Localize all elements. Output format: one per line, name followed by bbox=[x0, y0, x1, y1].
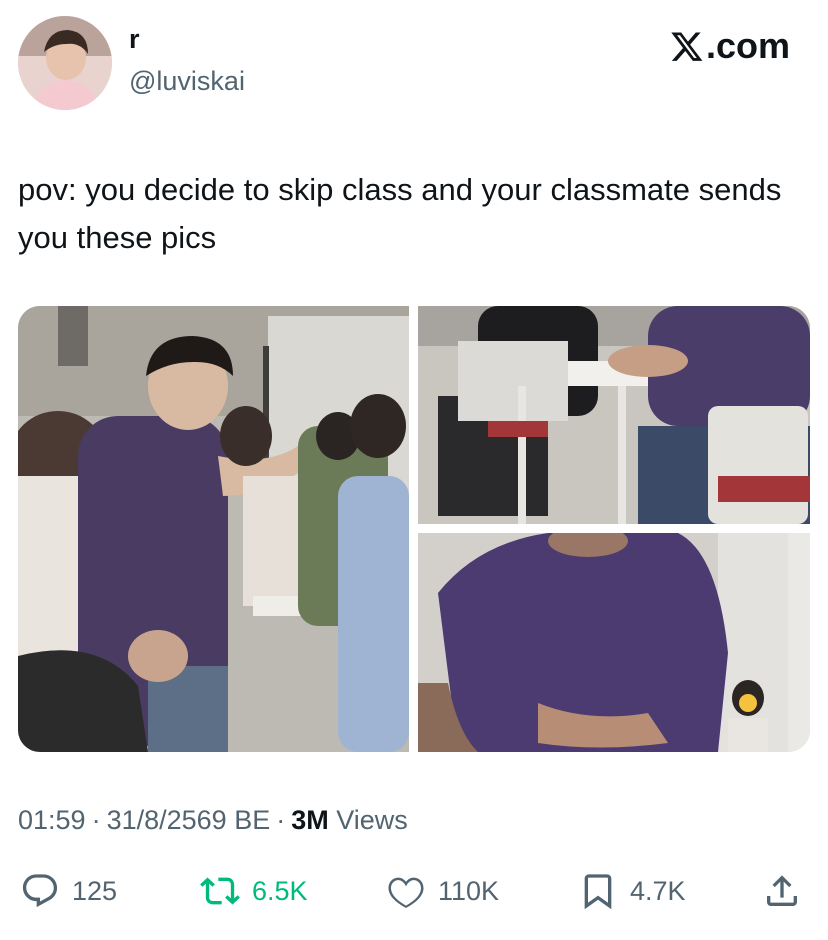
bookmark-button[interactable]: 4.7K bbox=[578, 866, 686, 916]
photo-seated-student[interactable] bbox=[418, 306, 810, 524]
x-brand-watermark: .com bbox=[670, 28, 790, 64]
views-label: Views bbox=[336, 805, 408, 835]
tweet-meta: 01:59 · 31/8/2569 BE · 3M Views bbox=[18, 804, 408, 836]
heart-icon bbox=[386, 871, 426, 911]
like-count: 110K bbox=[438, 875, 500, 906]
share-icon bbox=[762, 871, 802, 911]
avatar[interactable] bbox=[18, 16, 112, 110]
reply-icon bbox=[20, 871, 60, 911]
reply-button[interactable]: 125 bbox=[20, 866, 117, 916]
reply-count: 125 bbox=[72, 875, 118, 906]
bookmark-count: 4.7K bbox=[630, 875, 686, 906]
brand-label: .com bbox=[705, 25, 790, 66]
tweet-date[interactable]: 31/8/2569 BE bbox=[107, 805, 271, 835]
views-count: 3M bbox=[291, 805, 329, 835]
repost-count: 6.5K bbox=[252, 875, 308, 906]
action-bar: 125 6.5K 110K 4.7K bbox=[0, 866, 828, 916]
author-handle[interactable]: @luviskai bbox=[129, 68, 245, 95]
meta-separator: · bbox=[91, 805, 101, 835]
tweet-text: pov: you decide to skip class and your c… bbox=[18, 172, 782, 255]
repost-icon bbox=[200, 871, 240, 911]
x-logo-icon bbox=[670, 29, 704, 63]
bookmark-icon bbox=[578, 871, 618, 911]
photo-student-closeup[interactable] bbox=[418, 533, 810, 752]
meta-separator: · bbox=[276, 805, 286, 835]
author-display-name[interactable]: r bbox=[129, 26, 140, 53]
share-button[interactable] bbox=[762, 866, 802, 916]
photo-classroom-student[interactable] bbox=[18, 306, 409, 752]
tweet-time[interactable]: 01:59 bbox=[18, 805, 86, 835]
repost-button[interactable]: 6.5K bbox=[200, 866, 308, 916]
media-grid bbox=[18, 306, 810, 752]
like-button[interactable]: 110K bbox=[386, 866, 499, 916]
